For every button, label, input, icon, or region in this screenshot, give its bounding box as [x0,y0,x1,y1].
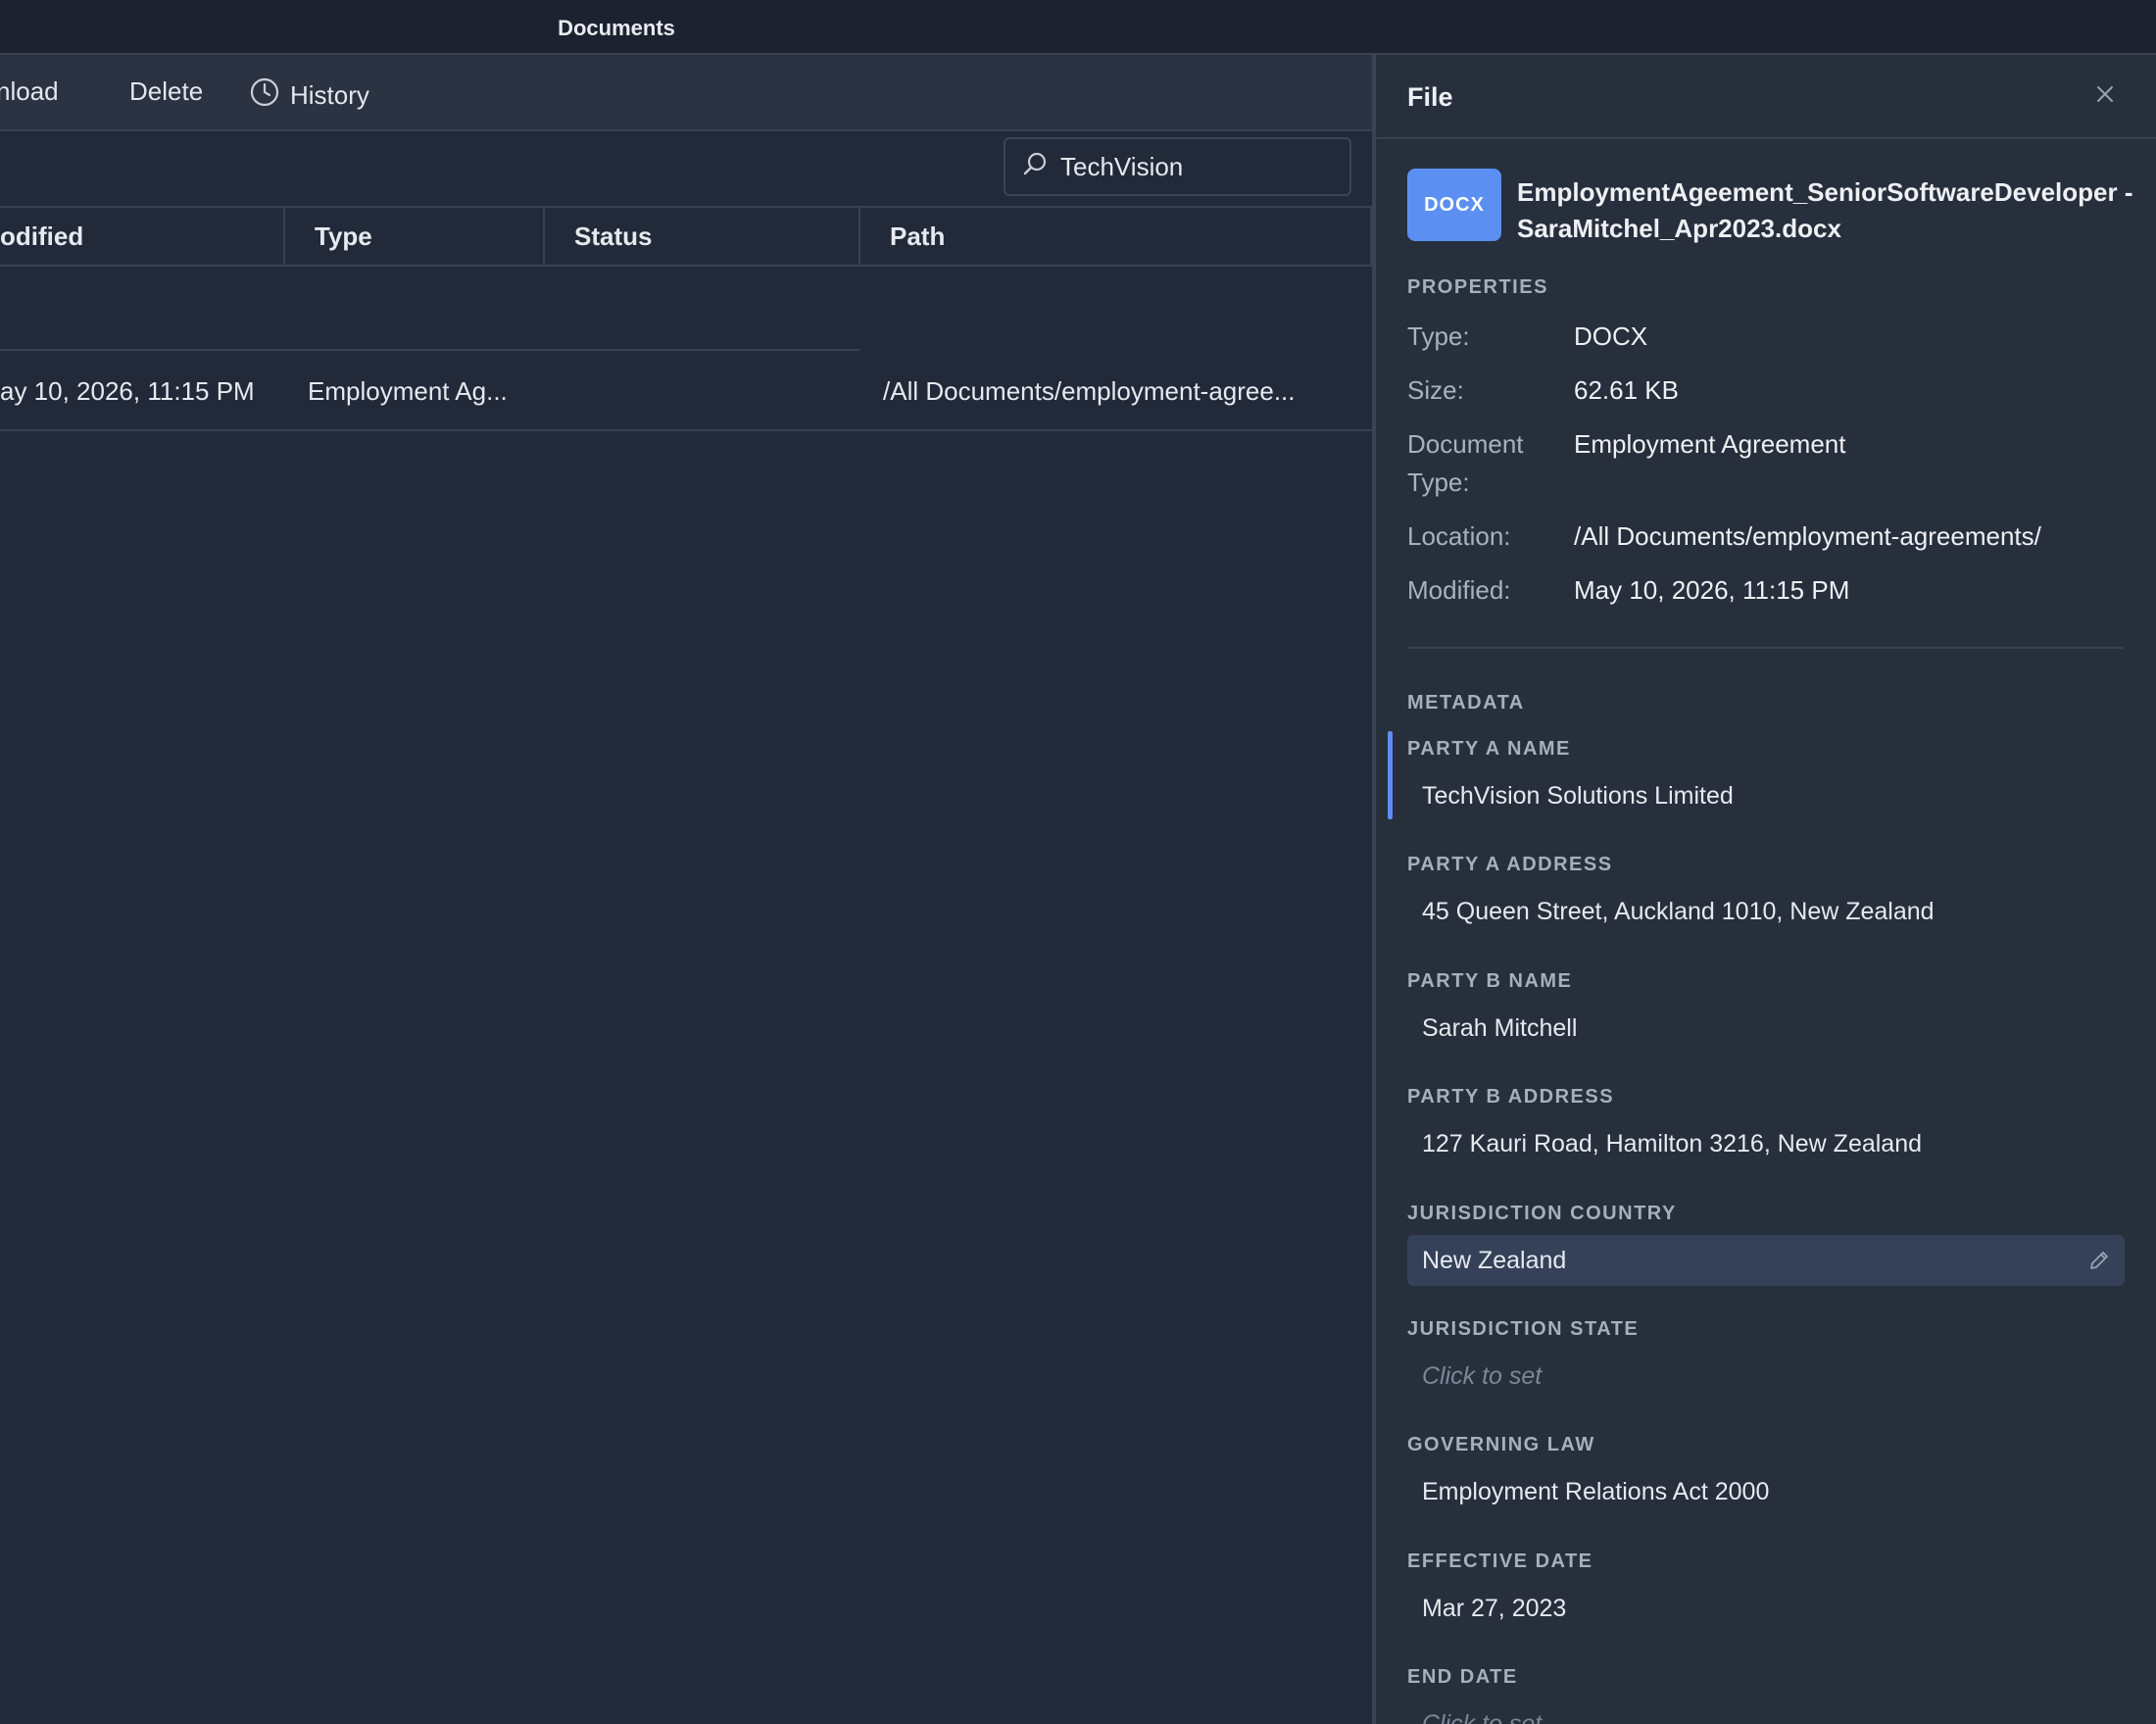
column-header-modified[interactable]: odified [0,206,285,267]
section-divider [1407,647,2125,649]
search-box[interactable] [1004,137,1351,196]
party-b-address-field[interactable]: 127 Kauri Road, Hamilton 3216, New Zeala… [1407,1118,2125,1169]
column-header-path[interactable]: Path [860,206,1372,267]
effective-date-label: EFFECTIVE DATE [1407,1551,1593,1572]
cell-modified: ay 10, 2026, 11:15 PM [0,376,255,406]
pencil-icon[interactable] [2087,1249,2111,1272]
property-doctype-value: Employment Agreement [1574,429,1846,459]
column-header-status[interactable]: Status [545,206,860,267]
column-header-path-label: Path [890,221,946,251]
property-type-value: DOCX [1574,321,1648,351]
jurisdiction-state-field[interactable]: Click to set [1407,1351,2125,1402]
column-header-modified-label: odified [0,221,84,251]
group-divider [0,349,860,351]
jurisdiction-country-field[interactable]: New Zealand [1407,1235,2125,1286]
delete-button[interactable]: Delete [129,76,203,107]
table-row[interactable]: ay 10, 2026, 11:15 PM Employment Ag... /… [0,353,1372,431]
party-a-address-field[interactable]: 45 Queen Street, Auckland 1010, New Zeal… [1407,886,2125,937]
effective-date-field[interactable]: Mar 27, 2023 [1407,1583,2125,1634]
column-header-type-label: Type [315,221,372,251]
party-b-address-label: PARTY B ADDRESS [1407,1086,1615,1108]
close-icon[interactable] [2093,82,2117,106]
file-details-panel: File DOCX EmploymentAgeement_SeniorSoftw… [1376,55,2156,1724]
property-size-value: 62.61 KB [1574,375,1679,405]
document-list-area: nload Delete History odified [0,55,1372,1724]
download-button-label: nload [0,76,59,106]
file-name: EmploymentAgeement_SeniorSoftwareDevelop… [1517,177,2133,243]
party-b-name-field[interactable]: Sarah Mitchell [1407,1003,2125,1054]
party-a-address-label: PARTY A ADDRESS [1407,854,1613,875]
governing-law-label: GOVERNING LAW [1407,1434,1595,1455]
jurisdiction-state-label: JURISDICTION STATE [1407,1318,1640,1340]
property-location-key: Location: [1407,521,1511,551]
property-modified-value: May 10, 2026, 11:15 PM [1574,575,1850,605]
metadata-heading: METADATA [1407,692,1525,714]
delete-button-label: Delete [129,76,204,106]
field-focus-indicator [1388,731,1393,819]
panel-header: File [1376,55,2156,139]
party-a-name-field[interactable]: TechVision Solutions Limited [1407,770,2125,821]
property-type-key: Type: [1407,321,1470,351]
history-button[interactable]: History [249,76,369,115]
column-header-status-label: Status [574,221,653,251]
history-button-label: History [290,80,369,110]
panel-title: File [1407,82,1453,112]
properties-heading: PROPERTIES [1407,276,1548,298]
party-a-name-label: PARTY A NAME [1407,738,1571,760]
cell-path: /All Documents/employment-agree... [883,376,1296,406]
end-date-label: END DATE [1407,1666,1518,1688]
property-size-key: Size: [1407,375,1464,405]
jurisdiction-country-value: New Zealand [1422,1246,1567,1274]
file-type-badge: DOCX [1407,169,1501,241]
jurisdiction-country-label: JURISDICTION COUNTRY [1407,1203,1677,1224]
governing-law-field[interactable]: Employment Relations Act 2000 [1407,1466,2125,1517]
download-button[interactable]: nload [0,76,59,107]
search-input[interactable] [1060,151,1335,182]
window-titlebar: Documents [0,0,2156,55]
clock-icon [249,76,280,115]
window-title: Documents [558,16,675,40]
party-b-name-label: PARTY B NAME [1407,970,1573,992]
property-modified-key: Modified: [1407,575,1511,605]
table-header: odified Type Status Path [0,206,1372,323]
toolbar: nload Delete History [0,55,1372,131]
column-header-type[interactable]: Type [285,206,545,267]
end-date-field[interactable]: Click to set [1407,1699,2125,1724]
property-location-value: /All Documents/employment-agreements/ [1574,521,2041,551]
search-icon [1021,151,1049,183]
property-doctype-key: Document Type: [1407,429,1524,497]
cell-type: Employment Ag... [308,376,508,406]
